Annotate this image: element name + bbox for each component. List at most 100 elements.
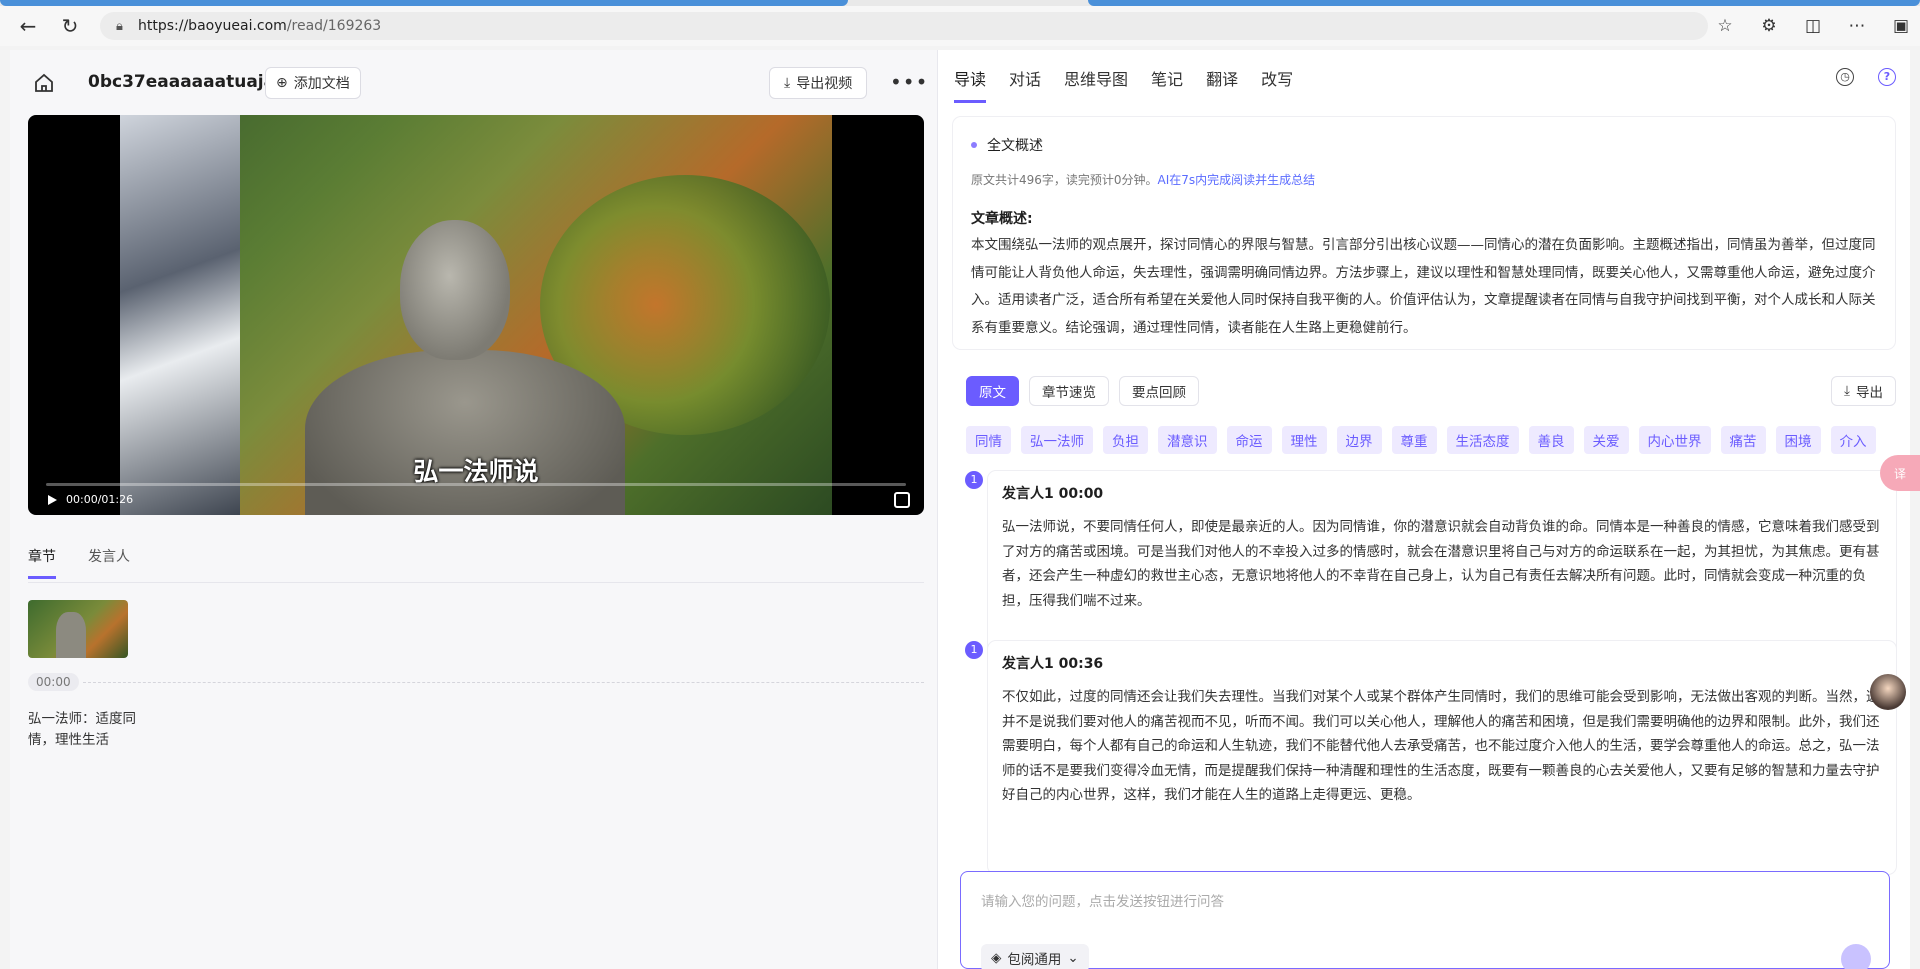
- assistant-avatar[interactable]: [1870, 674, 1906, 710]
- transcript-segment: 发言人1 00:00 弘一法师说，不要同情任何人，即使是最亲近的人。因为同情谁，…: [988, 471, 1896, 665]
- tab-chapters[interactable]: 章节: [28, 546, 56, 579]
- chapter-time[interactable]: 00:00: [28, 673, 79, 691]
- chapter-thumbnail[interactable]: [28, 600, 128, 658]
- video-progress-bar[interactable]: [46, 483, 906, 486]
- keyword-tag[interactable]: 同情: [966, 426, 1011, 454]
- video-time: 00:00/01:26: [66, 493, 134, 506]
- chevron-down-icon: ⌄: [1067, 950, 1079, 966]
- export-video-label: 导出视频: [796, 76, 853, 92]
- add-document-button[interactable]: ⊕ 添加文档: [265, 67, 361, 99]
- left-tabs: 章节 发言人: [28, 546, 130, 579]
- site-info-icon[interactable]: 🔒︎: [116, 19, 138, 34]
- keyword-tag[interactable]: 命运: [1226, 426, 1272, 454]
- export-video-button[interactable]: ⤓ 导出视频: [769, 67, 868, 99]
- video-statue-body: [305, 350, 625, 515]
- browser-toolbar-actions: ☆ ⚙ ◫ ⋯ ▣: [1714, 12, 1912, 40]
- tabs-divider: [28, 582, 924, 583]
- summary-card: 全文概述 原文共计496字，读完预计0分钟。AI在7s内完成阅读并生成总结 文章…: [953, 117, 1895, 349]
- left-panel: 0bc37eaaaaaatuaja... ⊕ 添加文档 ⤓ 导出视频 ••• 弘…: [10, 50, 938, 969]
- export-icon: ⤓: [1844, 383, 1850, 399]
- video-controls: 00:00/01:26: [46, 493, 133, 506]
- split-screen-icon[interactable]: ◫: [1802, 16, 1824, 36]
- summary-body: 本文围绕弘一法师的观点展开，探讨同情心的界限与智慧。引言部分引出核心议题——同情…: [971, 237, 1876, 336]
- export-button[interactable]: ⤓ 导出: [1831, 376, 1896, 406]
- export-label: 导出: [1856, 385, 1883, 401]
- browser-menu-icon[interactable]: ⋯: [1846, 16, 1868, 36]
- right-panel: 导读 对话 思维导图 笔记 翻译 改写 ◷ ? 全文概述 原文共计496字，读完…: [938, 50, 1910, 969]
- summary-label: 文章概述:: [971, 211, 1033, 227]
- keyword-tag[interactable]: 理性: [1281, 426, 1327, 454]
- right-tabs: 导读 对话 思维导图 笔记 翻译 改写: [954, 66, 1293, 103]
- send-icon[interactable]: [1841, 944, 1871, 969]
- home-icon[interactable]: [32, 71, 56, 95]
- keyword-tag[interactable]: 弘一法师: [1021, 426, 1093, 454]
- address-bar[interactable]: 🔒︎ https://baoyueai.com/read/169263: [100, 12, 1708, 40]
- tab-translate[interactable]: 翻译: [1206, 66, 1238, 103]
- tab-chat[interactable]: 对话: [1009, 66, 1041, 103]
- keyword-tag[interactable]: 痛苦: [1720, 426, 1766, 454]
- speaker-timestamp[interactable]: 发言人1 00:36: [1002, 653, 1882, 673]
- floating-translate-icon[interactable]: 译: [1880, 455, 1920, 491]
- summary-ai-note: AI在7s内完成阅读并生成总结: [1157, 173, 1316, 187]
- more-options-icon[interactable]: •••: [890, 70, 927, 96]
- question-input-box[interactable]: 请输入您的问题，点击发送按钮进行问答 ◈ 包阅通用 ⌄: [960, 871, 1890, 969]
- chapter-title[interactable]: 弘一法师：适度同情，理性生活: [28, 709, 148, 751]
- back-icon[interactable]: ←: [14, 12, 42, 40]
- reload-icon[interactable]: ↻: [56, 12, 84, 40]
- summary-meta-text: 原文共计496字，读完预计0分钟。: [971, 173, 1158, 187]
- keyword-tag[interactable]: 边界: [1336, 426, 1382, 454]
- sidebar-toggle-icon[interactable]: ▣: [1890, 16, 1912, 36]
- segment-original[interactable]: 原文: [966, 376, 1019, 406]
- chapter-time-row: 00:00: [28, 673, 924, 691]
- speaker-timestamp[interactable]: 发言人1 00:00: [1002, 483, 1882, 503]
- transcript-text: 不仅如此，过度的同情还会让我们失去理性。当我们对某个人或某个群体产生同情时，我们…: [1002, 689, 1880, 803]
- keyword-tag[interactable]: 潜意识: [1158, 426, 1217, 454]
- keyword-tag[interactable]: 尊重: [1391, 426, 1437, 454]
- speaker-badge: 1: [965, 641, 983, 659]
- view-switcher: 原文 章节速览 要点回顾: [966, 376, 1199, 406]
- export-icon: ⤓: [784, 75, 791, 91]
- history-clock-icon[interactable]: ◷: [1836, 68, 1854, 86]
- app-container: 0bc37eaaaaaatuaja... ⊕ 添加文档 ⤓ 导出视频 ••• 弘…: [10, 50, 1910, 969]
- left-header: 0bc37eaaaaaatuaja... ⊕ 添加文档 ⤓ 导出视频 •••: [10, 50, 938, 116]
- question-input[interactable]: 请输入您的问题，点击发送按钮进行问答: [981, 890, 1224, 910]
- tab-mindmap[interactable]: 思维导图: [1064, 66, 1128, 103]
- url-path: /read/169263: [286, 18, 382, 34]
- timeline-dashed-line: [82, 681, 924, 683]
- transcript-text: 弘一法师说，不要同情任何人，即使是最亲近的人。因为同情谁，你的潜意识就会自动背负…: [1002, 519, 1880, 609]
- browser-toolbar: ← ↻ 🔒︎ https://baoyueai.com/read/169263 …: [0, 6, 1920, 46]
- keyword-tag[interactable]: 内心世界: [1638, 426, 1711, 454]
- tab-rewrite[interactable]: 改写: [1261, 66, 1293, 103]
- video-player[interactable]: 弘一法师说 00:00/01:26: [28, 115, 924, 515]
- play-icon[interactable]: [46, 494, 58, 506]
- summary-meta: 原文共计496字，读完预计0分钟。AI在7s内完成阅读并生成总结: [971, 171, 1877, 188]
- keyword-tag[interactable]: 负担: [1103, 426, 1148, 454]
- keyword-tag[interactable]: 困境: [1775, 426, 1821, 454]
- keyword-tag[interactable]: 关爱: [1583, 426, 1629, 454]
- model-selector-label: 包阅通用: [1007, 952, 1062, 968]
- keyword-tags: 同情 弘一法师 负担 潜意识 命运 理性 边界 尊重 生活态度 善良 关爱 内心…: [966, 426, 1876, 454]
- right-header-icons: ◷ ?: [1836, 68, 1896, 86]
- tab-speakers[interactable]: 发言人: [88, 546, 130, 579]
- keyword-tag[interactable]: 生活态度: [1446, 426, 1519, 454]
- thumbnail-statue: [56, 612, 86, 658]
- speaker-badge: 1: [965, 471, 983, 489]
- model-icon: ◈: [991, 950, 1002, 966]
- segment-chapter-overview[interactable]: 章节速览: [1029, 376, 1109, 406]
- segment-key-points[interactable]: 要点回顾: [1119, 376, 1199, 406]
- keyword-tag[interactable]: 善良: [1528, 426, 1574, 454]
- summary-heading-text: 全文概述: [987, 138, 1043, 154]
- help-icon[interactable]: ?: [1878, 68, 1896, 86]
- doc-title: 0bc37eaaaaaatuaja...: [88, 72, 295, 92]
- tab-notes[interactable]: 笔记: [1151, 66, 1183, 103]
- url-host: https://baoyueai.com: [138, 18, 287, 34]
- tab-guide[interactable]: 导读: [954, 66, 987, 103]
- keyword-tag[interactable]: 介入: [1830, 426, 1876, 454]
- add-document-label: 添加文档: [293, 76, 350, 92]
- fullscreen-icon[interactable]: [894, 492, 910, 508]
- model-selector[interactable]: ◈ 包阅通用 ⌄: [981, 944, 1089, 969]
- plus-circle-icon: ⊕: [276, 75, 288, 91]
- favorite-star-icon[interactable]: ☆: [1714, 16, 1736, 36]
- video-statue-head: [400, 220, 510, 360]
- extensions-icon[interactable]: ⚙: [1758, 16, 1780, 36]
